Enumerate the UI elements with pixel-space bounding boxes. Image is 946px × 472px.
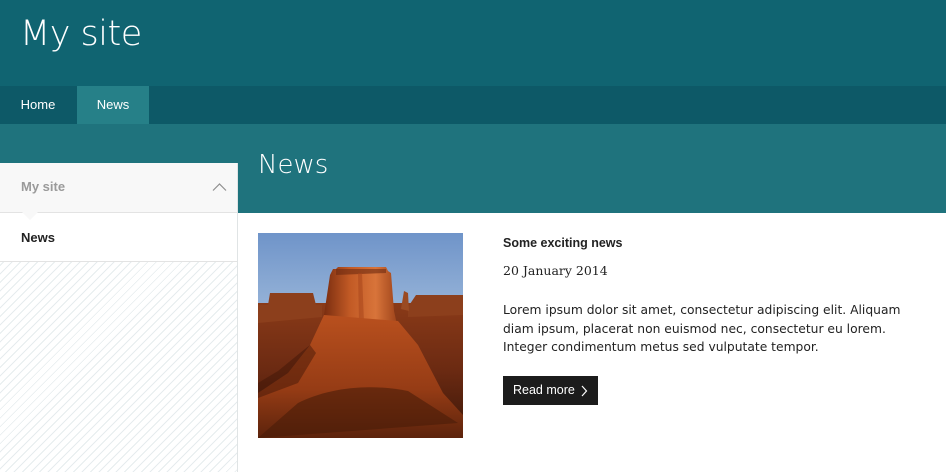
sidebar: My site News — [0, 163, 238, 472]
nav-item-home[interactable]: Home — [0, 86, 76, 124]
sidebar-header-label: My site — [21, 179, 66, 194]
chevron-right-icon — [581, 385, 588, 397]
chevron-up-icon[interactable] — [212, 182, 227, 192]
read-more-button[interactable]: Read more — [503, 376, 598, 405]
site-title[interactable]: My site — [20, 12, 142, 56]
article-date: 20 January 2014 — [503, 263, 608, 278]
sidebar-item-news[interactable]: News — [0, 213, 237, 262]
top-nav: Home News — [0, 86, 946, 124]
sidebar-active-notch — [22, 212, 38, 220]
sidebar-item-label: News — [21, 230, 55, 245]
article-image[interactable] — [258, 233, 463, 438]
read-more-label: Read more — [513, 383, 575, 397]
nav-item-news[interactable]: News — [77, 86, 149, 124]
page-title: News — [258, 150, 329, 180]
sidebar-header[interactable]: My site — [0, 163, 237, 213]
site-header: My site — [0, 0, 946, 86]
article-body: Lorem ipsum dolor sit amet, consectetur … — [503, 303, 901, 355]
article-title[interactable]: Some exciting news — [503, 236, 622, 250]
